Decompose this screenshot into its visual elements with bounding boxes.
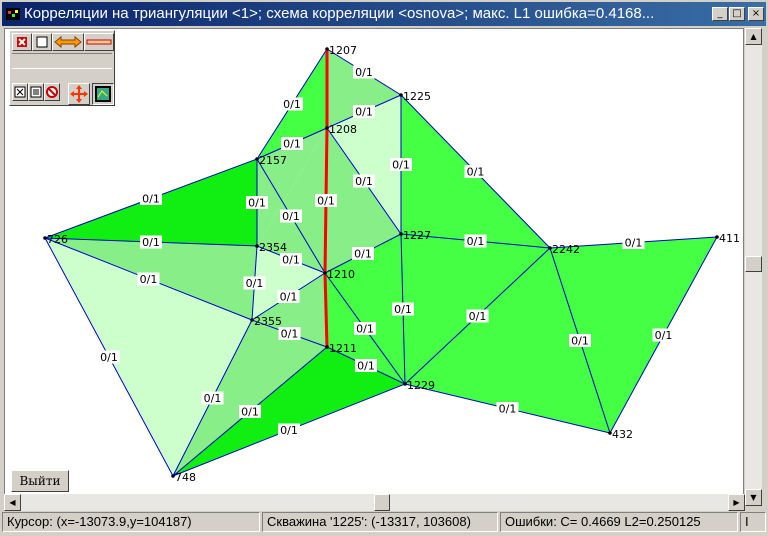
well-label: 432	[612, 428, 633, 441]
edge-label: 0/1	[283, 98, 301, 111]
equals-bar-icon[interactable]	[84, 33, 114, 51]
edge-label: 0/1	[282, 254, 300, 267]
edge-label: 0/1	[354, 248, 372, 261]
maximize-button[interactable]: □	[729, 7, 745, 21]
list-icon[interactable]	[28, 83, 44, 101]
delete-red-icon[interactable]	[12, 33, 32, 51]
well-label: 726	[47, 233, 68, 246]
exit-button[interactable]: Выйти	[11, 470, 69, 492]
well-label: 2354	[259, 241, 287, 254]
scroll-left-icon[interactable]: ◀	[4, 494, 21, 511]
edge-label: 0/1	[100, 351, 118, 364]
window-title: Корреляции на триангуляции <1>; схема ко…	[24, 5, 655, 22]
vertical-scroll-thumb[interactable]	[745, 256, 762, 272]
edge-label: 0/1	[355, 106, 373, 119]
edge-label: 0/1	[356, 323, 374, 336]
edge-label: 0/1	[499, 403, 517, 416]
well-label: 748	[175, 471, 196, 484]
edge-label: 0/1	[241, 406, 259, 419]
edge-label: 0/1	[142, 193, 160, 206]
well-label: 2355	[254, 315, 282, 328]
scroll-right-icon[interactable]: ▶	[728, 494, 745, 511]
well-label: 1207	[329, 44, 357, 57]
no-entry-icon[interactable]	[44, 83, 60, 101]
edge-label: 0/1	[280, 291, 298, 304]
well-label: 2157	[259, 154, 287, 167]
edge-label: 0/1	[571, 335, 589, 348]
toolbox-divider	[12, 53, 112, 69]
errors-status: Ошибки: C= 0.4669 L2=0.250125	[500, 512, 738, 532]
edge-label: 0/1	[625, 237, 643, 250]
edge-label: 0/1	[392, 159, 410, 172]
status-bar: Курсор: (x=-13073.9,y=104187) Скважина '…	[2, 512, 766, 534]
edge-label: 0/1	[248, 197, 266, 210]
vertical-scrollbar[interactable]: ▲ ▼	[745, 28, 762, 506]
square-icon[interactable]	[32, 33, 52, 51]
edge-label: 0/1	[282, 210, 300, 223]
well-label: 1210	[327, 268, 355, 281]
edge-label: 0/1	[317, 195, 335, 208]
well-label: 1229	[407, 379, 435, 392]
edge-label: 0/1	[140, 273, 158, 286]
edge-label: 0/1	[394, 303, 412, 316]
correlation-path	[323, 272, 329, 348]
well-label: 2242	[552, 243, 580, 256]
map-canvas[interactable]: 0/1 0/1 0/1 0/1 0/1 0/1 0/1 0/1 0/1 0/1 0/1 0/1 0/1 0…	[4, 28, 744, 506]
scroll-up-icon[interactable]: ▲	[745, 28, 762, 45]
horizontal-scrollbar[interactable]: ◀ ▶	[4, 494, 745, 511]
close-button[interactable]: ×	[748, 7, 764, 21]
well-label: 411	[719, 232, 740, 245]
main-window: Корреляции на триангуляции <1>; схема ко…	[0, 0, 768, 536]
cursor-status: Курсор: (x=-13073.9,y=104187)	[2, 512, 260, 532]
well-label: 1208	[329, 123, 357, 136]
horizontal-scroll-thumb[interactable]	[374, 494, 390, 511]
edge-label: 0/1	[281, 328, 299, 341]
edge-label: 0/1	[246, 277, 264, 290]
double-arrow-icon[interactable]	[52, 33, 84, 51]
edge-label: 0/1	[469, 310, 487, 323]
edge-label: 0/1	[355, 175, 373, 188]
edge-label: 0/1	[467, 235, 485, 248]
edge-label: 0/1	[283, 138, 301, 151]
extra-status: I	[740, 512, 766, 532]
map-icon[interactable]	[92, 83, 114, 105]
edge-label: 0/1	[142, 236, 160, 249]
edge-label: 0/1	[467, 166, 485, 179]
app-icon	[6, 8, 20, 20]
edge-label: 0/1	[204, 392, 222, 405]
toolbox	[9, 30, 115, 106]
well-label: 1227	[403, 229, 431, 242]
close-box-icon[interactable]	[12, 83, 28, 101]
minimize-button[interactable]: _	[712, 7, 728, 21]
well-label: 1211	[329, 342, 357, 355]
scroll-down-icon[interactable]: ▼	[745, 489, 762, 506]
well-status: Скважина '1225': (-13317, 103608)	[262, 512, 498, 532]
edge-label: 0/1	[655, 329, 673, 342]
well-label: 1225	[403, 90, 431, 103]
edge-label: 0/1	[355, 66, 373, 79]
title-bar[interactable]: Корреляции на триангуляции <1>; схема ко…	[2, 2, 766, 26]
move-icon[interactable]	[68, 83, 90, 105]
triangulation-map[interactable]: 0/1 0/1 0/1 0/1 0/1 0/1 0/1 0/1 0/1 0/1 0/1 0/1 0/1 0…	[5, 29, 744, 506]
edge-label: 0/1	[280, 424, 298, 437]
edge-label: 0/1	[357, 360, 375, 373]
